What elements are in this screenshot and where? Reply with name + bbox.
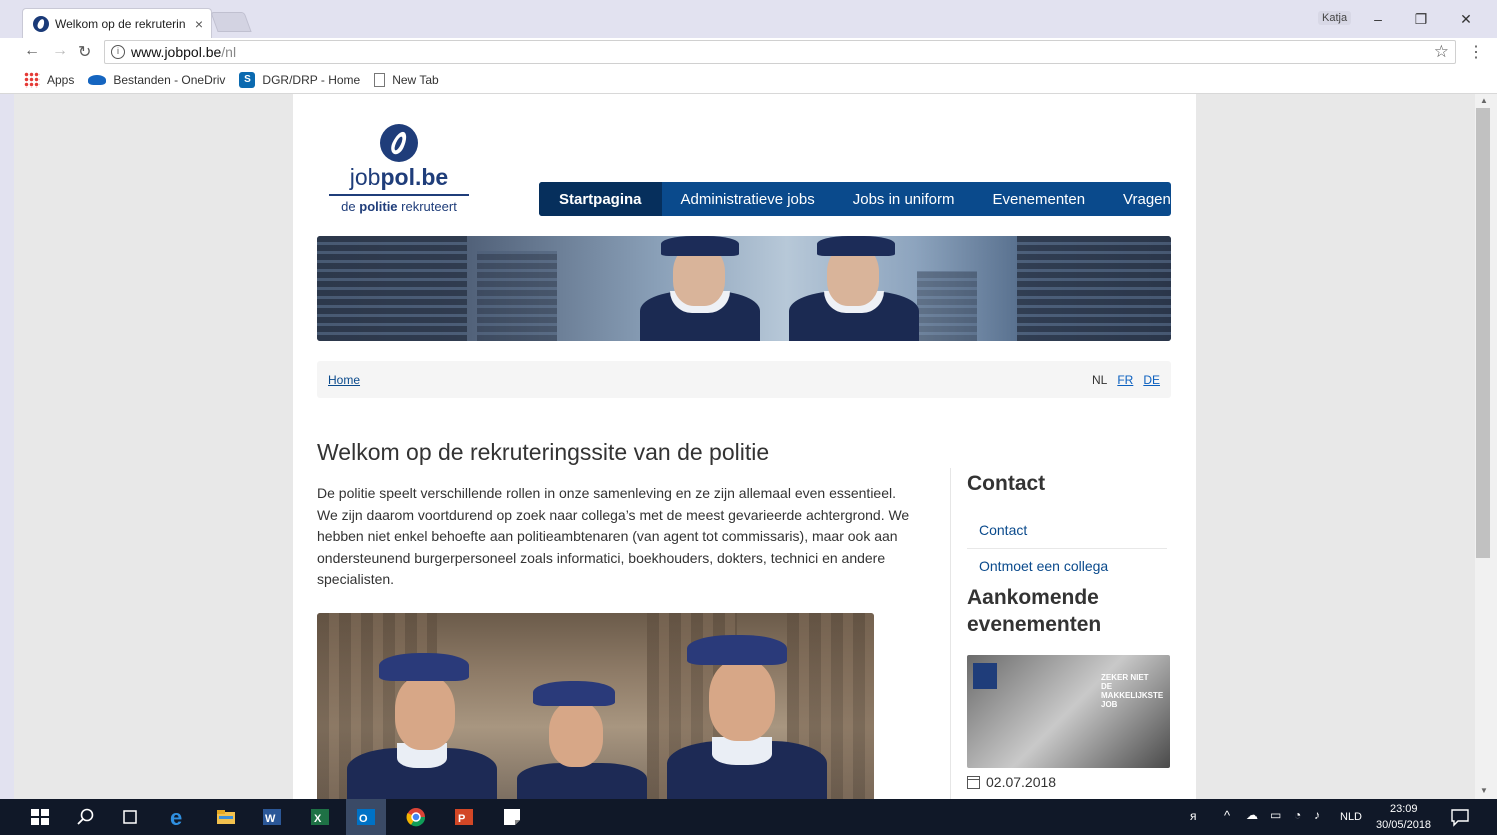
bookmark-label: Bestanden - OneDriv xyxy=(113,72,226,87)
event-image-text: ZEKER NIET DE MAKKELIJKSTE JOB xyxy=(1101,673,1164,709)
chrome-icon[interactable] xyxy=(406,807,426,827)
file-explorer-icon[interactable] xyxy=(216,807,236,827)
browser-tab-active[interactable]: Welkom op de rekruterin × xyxy=(22,8,212,38)
bookmark-star-icon[interactable]: ☆ xyxy=(1434,42,1449,62)
nav-evenementen[interactable]: Evenementen xyxy=(973,182,1104,216)
address-bar[interactable]: i www.jobpol.be/nl ☆ xyxy=(104,40,1456,64)
sidebar-separator xyxy=(967,548,1167,549)
politie-badge-icon xyxy=(973,663,997,689)
language-link-fr[interactable]: FR xyxy=(1117,373,1133,387)
bookmark-onedrive[interactable]: Bestanden - OneDriv xyxy=(88,73,225,87)
svg-text:W: W xyxy=(265,813,276,825)
clock-date[interactable]: 30/05/2018 xyxy=(1376,819,1431,831)
task-view-icon[interactable] xyxy=(120,807,140,827)
language-current-nl: NL xyxy=(1091,372,1108,387)
police-officers-photo xyxy=(317,613,874,799)
clock-time[interactable]: 23:09 xyxy=(1390,803,1418,815)
logo-wordmark: jobpol.be xyxy=(349,164,449,190)
intro-paragraph: De politie speelt verschillende rollen i… xyxy=(317,485,910,587)
breadcrumb: Home NL FR DE xyxy=(317,361,1171,398)
scroll-up-arrow-icon[interactable]: ▲ xyxy=(1480,96,1488,105)
browser-titlebar: Welkom op de rekruterin × Katja – ❐ ✕ xyxy=(0,0,1497,38)
language-link-de[interactable]: DE xyxy=(1143,373,1160,387)
restore-button[interactable]: ❐ xyxy=(1401,8,1441,30)
bookmark-label: Apps xyxy=(47,72,75,87)
word-icon[interactable]: W xyxy=(262,807,282,827)
bookmark-new-tab[interactable]: New Tab xyxy=(374,72,439,87)
new-tab-button[interactable] xyxy=(210,12,252,32)
url-path: /nl xyxy=(221,44,237,60)
windows-taskbar: e W X O P ᴙ ^ ☁ ▭ ◔ ♪ NLD 23:09 30/05/20… xyxy=(0,799,1497,835)
bookmark-sharepoint[interactable]: S DGR/DRP - Home xyxy=(239,71,361,88)
sidebar-events-title: Aankomende evenementen xyxy=(967,586,1102,636)
bookmark-label: DGR/DRP - Home xyxy=(262,72,361,87)
apps-grid-icon xyxy=(24,71,40,88)
page-title: Welkom op de rekruteringssite van de pol… xyxy=(317,439,770,465)
scrollbar-thumb[interactable] xyxy=(1476,108,1490,558)
svg-text:O: O xyxy=(359,813,368,825)
sidebar-link-ontmoet-een-collega[interactable]: Ontmoet een collega xyxy=(979,558,1108,574)
sidebar-contact-title: Contact xyxy=(967,472,1046,495)
edge-browser-icon[interactable]: e xyxy=(168,807,188,827)
powerpoint-icon[interactable]: P xyxy=(454,807,474,827)
input-language[interactable]: NLD xyxy=(1340,811,1362,823)
logo-divider xyxy=(329,194,469,196)
calendar-icon xyxy=(967,775,980,789)
back-arrow-icon[interactable]: ← xyxy=(24,42,40,60)
event-date-text: 02.07.2018 xyxy=(986,774,1057,790)
page-viewport: jobpol.be de politie rekruteert Startpag… xyxy=(14,94,1475,799)
site-info-icon[interactable]: i xyxy=(111,45,125,59)
profile-name[interactable]: Katja xyxy=(1318,11,1352,25)
police-flame-icon xyxy=(380,124,418,162)
svg-text:X: X xyxy=(314,813,322,825)
event-thumbnail[interactable]: ZEKER NIET DE MAKKELIJKSTE JOB xyxy=(967,655,1170,768)
svg-text:P: P xyxy=(458,813,465,825)
forward-arrow-icon[interactable]: → xyxy=(52,42,68,60)
windows-start-icon[interactable] xyxy=(30,807,50,827)
main-navigation: Startpagina Administratieve jobs Jobs in… xyxy=(539,182,1171,216)
bookmark-label: New Tab xyxy=(392,72,439,87)
bookmark-apps[interactable]: Apps xyxy=(24,71,75,88)
jobpol-favicon-icon xyxy=(33,15,49,32)
page-container: jobpol.be de politie rekruteert Startpag… xyxy=(293,94,1196,799)
nav-startpagina[interactable]: Startpagina xyxy=(539,182,662,216)
reload-icon[interactable]: ↻ xyxy=(78,42,91,62)
wifi-icon[interactable]: ◔ xyxy=(1294,808,1301,822)
tab-title: Welkom op de rekruterin xyxy=(55,16,186,31)
tray-chevron-up-icon[interactable]: ^ xyxy=(1224,808,1230,823)
breadcrumb-home-link[interactable]: Home xyxy=(328,373,1082,387)
scroll-down-arrow-icon[interactable]: ▼ xyxy=(1480,786,1488,795)
sidebar-divider xyxy=(950,468,951,799)
minimize-button[interactable]: – xyxy=(1358,8,1398,30)
close-window-button[interactable]: ✕ xyxy=(1446,8,1486,30)
search-icon[interactable] xyxy=(76,807,96,827)
notifications-icon[interactable] xyxy=(1450,807,1470,827)
logo-tagline: de politie rekruteert xyxy=(341,199,457,214)
nav-vragen[interactable]: Vragen xyxy=(1104,182,1190,216)
url-domain: www.jobpol.be xyxy=(131,44,222,60)
sharepoint-icon: S xyxy=(239,71,256,88)
volume-icon[interactable]: ♪ xyxy=(1314,808,1320,822)
jobpol-logo[interactable]: jobpol.be de politie rekruteert xyxy=(329,124,469,214)
browser-menu-icon[interactable]: ⋮ xyxy=(1468,42,1484,62)
header-banner-image xyxy=(317,236,1171,341)
sidebar-link-contact[interactable]: Contact xyxy=(979,522,1027,538)
bookmarks-bar: Apps Bestanden - OneDriv S DGR/DRP - Hom… xyxy=(0,66,1497,94)
onedrive-tray-icon[interactable]: ☁ xyxy=(1246,808,1258,822)
people-icon[interactable]: ᴙ xyxy=(1190,809,1197,823)
nav-administratieve-jobs[interactable]: Administratieve jobs xyxy=(662,182,834,216)
nav-jobs-in-uniform[interactable]: Jobs in uniform xyxy=(834,182,974,216)
battery-icon[interactable]: ▭ xyxy=(1270,808,1281,822)
svg-text:e: e xyxy=(170,807,182,827)
outlook-icon[interactable]: O xyxy=(356,807,376,827)
page-icon xyxy=(374,72,386,87)
onedrive-icon xyxy=(88,74,107,85)
sticky-notes-icon[interactable] xyxy=(502,807,522,827)
tab-close-icon[interactable]: × xyxy=(195,16,203,32)
event-date: 02.07.2018 xyxy=(967,774,1056,790)
browser-toolbar: ← → ↻ i www.jobpol.be/nl ☆ xyxy=(0,38,1497,66)
excel-icon[interactable]: X xyxy=(310,807,330,827)
